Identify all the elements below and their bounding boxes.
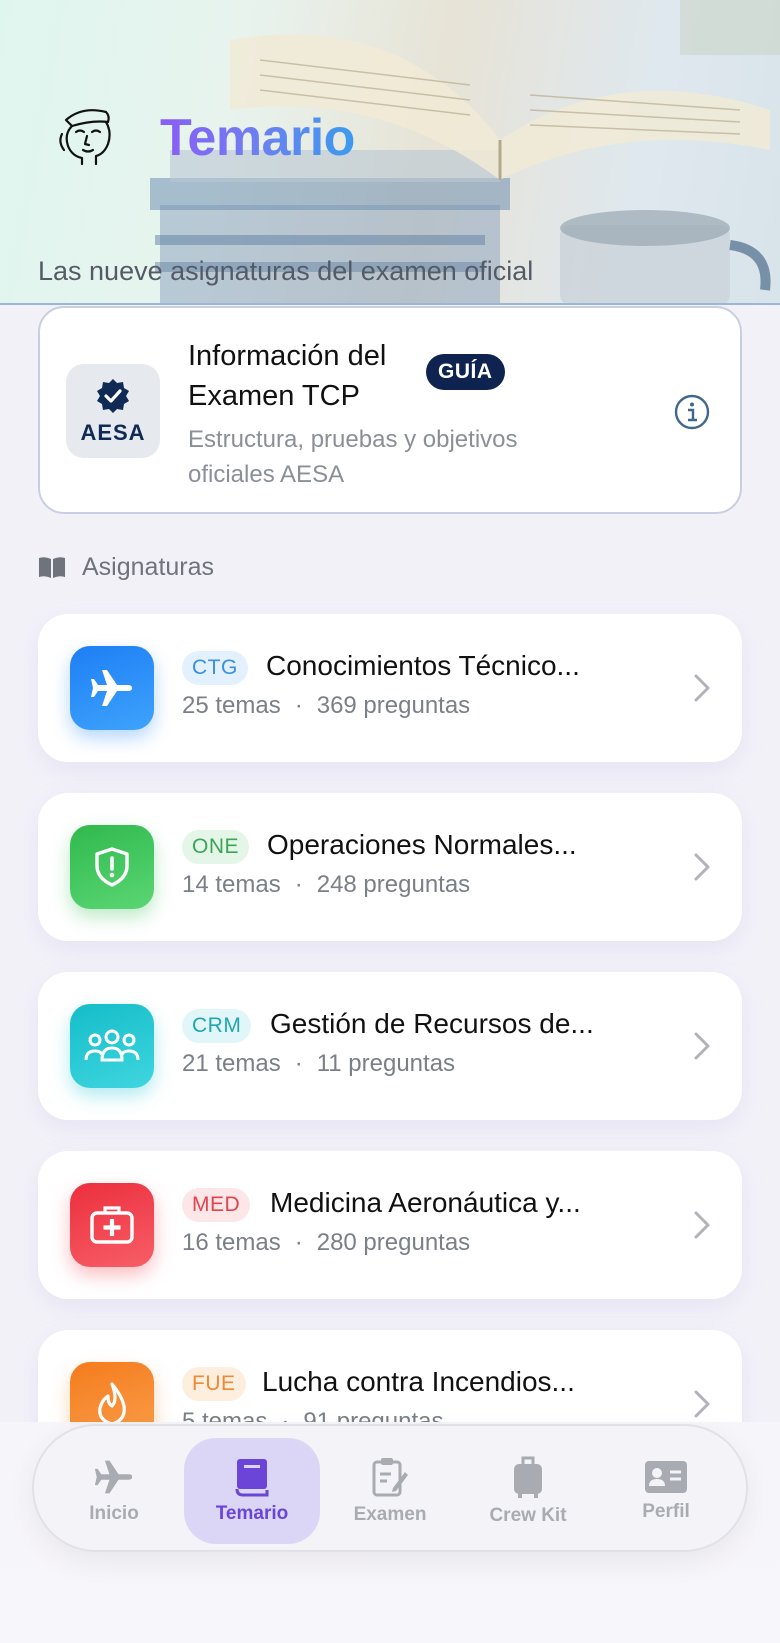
- subject-card-one[interactable]: ONE Operaciones Normales... 14 temas · 2…: [38, 793, 742, 941]
- subject-code-badge: MED: [182, 1188, 251, 1222]
- topics-count: 25 temas: [182, 692, 281, 719]
- guide-pill: GUÍA: [426, 354, 505, 390]
- chevron-right-icon: [694, 853, 710, 881]
- exam-info-description: Estructura, pruebas y objetivos oficiale…: [188, 426, 518, 488]
- topics-count: 14 temas: [182, 871, 281, 898]
- subject-name: Medicina Aeronáutica y...: [270, 1187, 581, 1218]
- clipboard-edit-icon: [372, 1458, 408, 1497]
- page-title: Temario: [160, 109, 355, 167]
- subject-meta: 16 temas · 280 preguntas: [182, 1229, 470, 1257]
- shield-alert-icon: [70, 825, 154, 909]
- tab-label: Inicio: [89, 1503, 139, 1524]
- subject-card-ctg[interactable]: CTG Conocimientos Técnico... 25 temas · …: [38, 614, 742, 762]
- questions-count: 280 preguntas: [316, 1229, 471, 1256]
- questions-count: 248 preguntas: [316, 871, 471, 898]
- chevron-right-icon: [694, 1390, 710, 1418]
- tab-temario[interactable]: Temario: [184, 1438, 320, 1544]
- luggage-icon: [514, 1456, 542, 1498]
- tab-crew-kit[interactable]: Crew Kit: [460, 1438, 596, 1544]
- meta-separator: ·: [294, 1050, 303, 1077]
- questions-count: 369 preguntas: [316, 692, 471, 719]
- topics-count: 16 temas: [182, 1229, 281, 1256]
- tab-examen[interactable]: Examen: [322, 1438, 458, 1544]
- bottom-tab-bar: Inicio Temario Examen Crew Kit Perfil: [32, 1424, 748, 1552]
- page-subtitle: Las nueve asignaturas del examen oficial: [38, 256, 534, 286]
- id-card-icon: [645, 1461, 687, 1493]
- airplane-icon: [94, 1460, 133, 1494]
- header-banner: Temario Las nueve asignaturas del examen…: [0, 0, 780, 305]
- book-open-icon: [39, 557, 65, 578]
- subject-name: Lucha contra Incendios...: [262, 1366, 575, 1397]
- book-icon: [235, 1459, 269, 1497]
- tab-label: Crew Kit: [489, 1505, 567, 1526]
- subject-meta: 25 temas · 369 preguntas: [182, 692, 470, 720]
- subject-meta: 21 temas · 11 preguntas: [182, 1050, 455, 1078]
- aesa-badge: AESA: [66, 364, 160, 458]
- info-circle-icon[interactable]: [672, 392, 712, 432]
- questions-count: 11 preguntas: [316, 1050, 456, 1077]
- section-label: Asignaturas: [82, 552, 215, 581]
- section-header: Asignaturas: [38, 552, 214, 582]
- chevron-right-icon: [694, 1032, 710, 1060]
- subject-meta: 14 temas · 248 preguntas: [182, 871, 470, 899]
- subject-name: Conocimientos Técnico...: [266, 650, 580, 681]
- airplane-icon: [70, 646, 154, 730]
- chevron-right-icon: [694, 1211, 710, 1239]
- subject-card-med[interactable]: MED Medicina Aeronáutica y... 16 temas ·…: [38, 1151, 742, 1299]
- subject-card-crm[interactable]: CRM Gestión de Recursos de... 21 temas ·…: [38, 972, 742, 1120]
- aesa-label: AESA: [80, 420, 146, 445]
- meta-separator: ·: [294, 871, 303, 898]
- cabin-crew-head-icon: [59, 109, 111, 166]
- exam-info-card[interactable]: AESA Información del Examen TCP GUÍA Est…: [38, 306, 742, 514]
- first-aid-kit-icon: [70, 1183, 154, 1267]
- meta-separator: ·: [294, 1229, 303, 1256]
- exam-info-title: Información del Examen TCP: [188, 340, 387, 412]
- topics-count: 21 temas: [182, 1050, 281, 1077]
- subject-code-badge: ONE: [182, 830, 250, 864]
- chevron-right-icon: [694, 674, 710, 702]
- tab-inicio[interactable]: Inicio: [46, 1438, 182, 1544]
- subject-code-badge: FUE: [182, 1367, 246, 1401]
- tab-label: Perfil: [642, 1501, 690, 1522]
- subject-name: Gestión de Recursos de...: [270, 1008, 594, 1039]
- meta-separator: ·: [294, 692, 303, 719]
- tab-perfil[interactable]: Perfil: [598, 1438, 734, 1544]
- subject-code-badge: CTG: [182, 651, 248, 685]
- verified-seal-icon: [97, 379, 129, 413]
- tab-label: Examen: [353, 1504, 427, 1525]
- people-group-icon: [70, 1004, 154, 1088]
- subject-code-badge: CRM: [182, 1009, 252, 1043]
- subject-name: Operaciones Normales...: [267, 829, 577, 860]
- tab-label: Temario: [215, 1503, 289, 1524]
